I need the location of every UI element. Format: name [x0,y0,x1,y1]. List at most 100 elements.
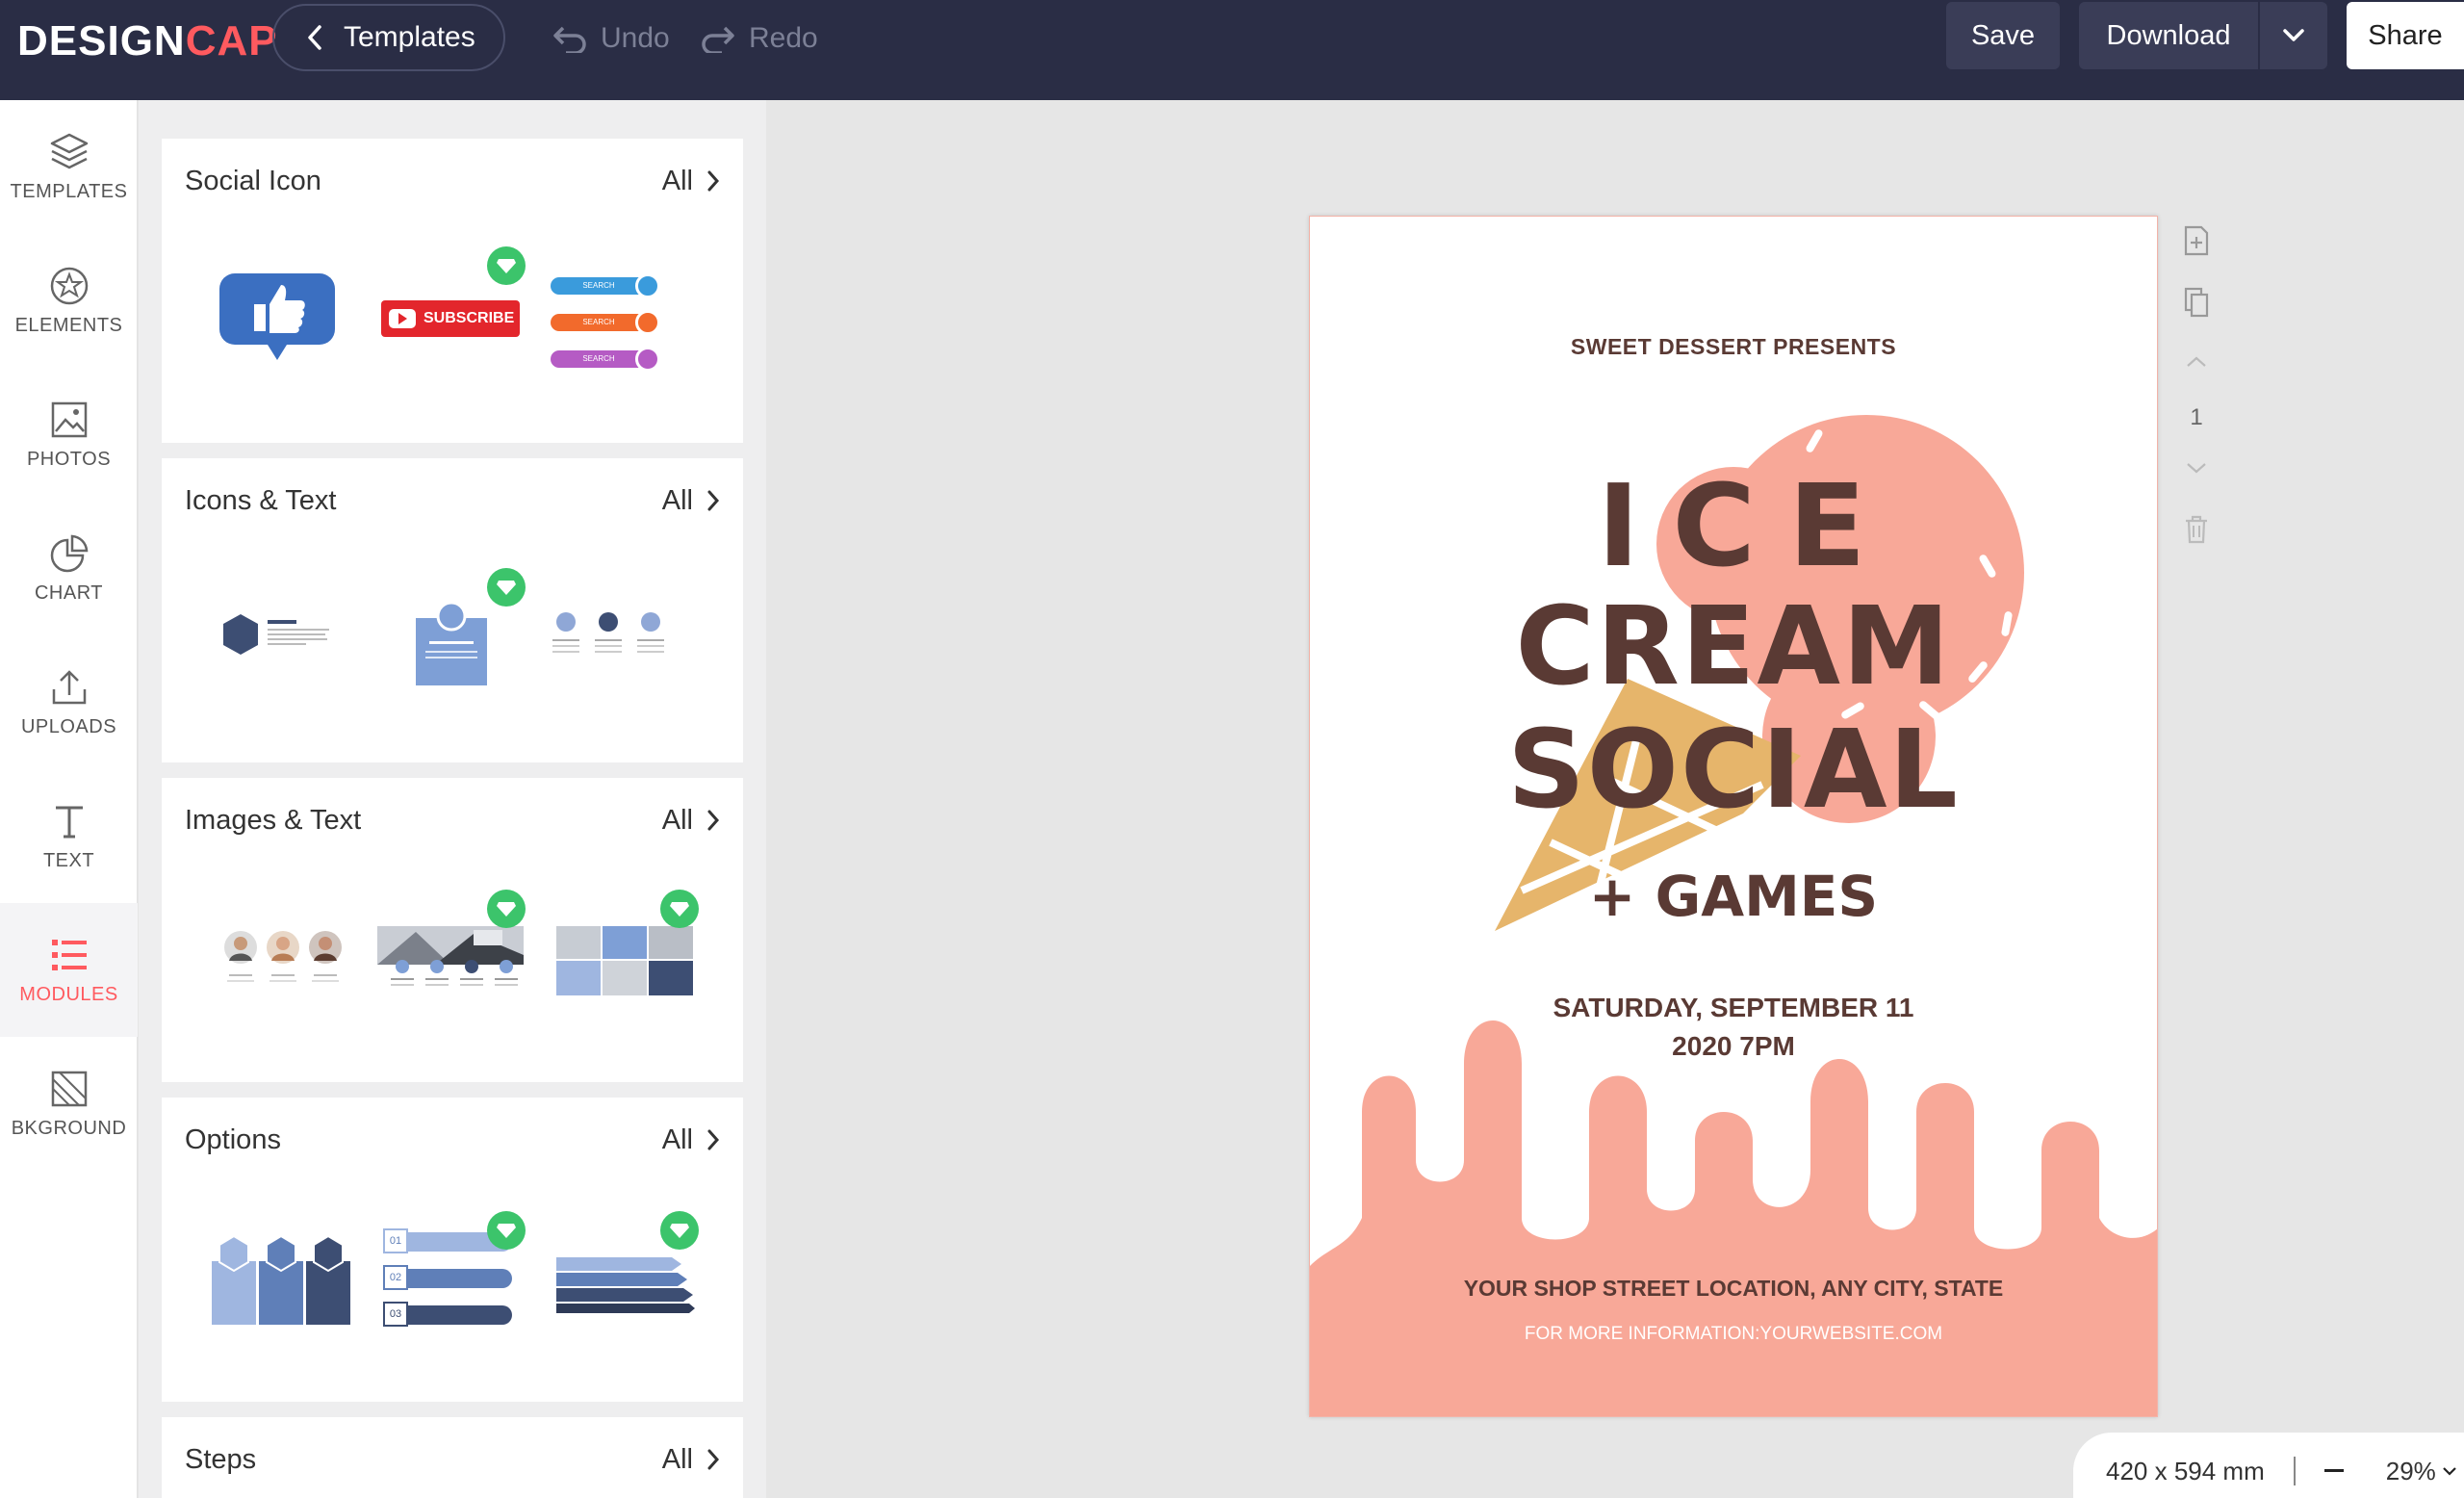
cart-icon [635,310,660,335]
see-all-link[interactable]: All [662,1124,720,1156]
info-icon [635,347,660,372]
chevron-right-icon [707,1449,720,1470]
see-all-link[interactable]: All [662,805,720,837]
thumb-like-button[interactable] [219,273,335,371]
logo-accent: CAP [185,17,278,65]
see-all-label: All [661,484,693,516]
design-page[interactable]: SWEET DESSERT PRESENTS ICE CREAM SOCIAL … [1309,216,2158,1417]
templates-back-button[interactable]: Templates [272,4,505,71]
list-icon [51,940,87,970]
card-title: Icons & Text [185,484,337,516]
sidebar-item-photos[interactable]: PHOTOS [0,368,138,502]
module-card-icons-text: Icons & Text All [162,458,743,762]
avatars-icon [224,931,342,982]
step-number: 02 [383,1265,408,1290]
sidebar-item-text[interactable]: TEXT [0,769,138,903]
redo-icon [702,26,734,53]
poster-time[interactable]: 2020 7PM [1310,1031,2157,1062]
add-page-button[interactable] [2177,221,2216,260]
zoom-bar: 420 x 594 mm 29% [2073,1433,2464,1498]
play-icon [389,309,416,328]
text-icon [55,806,83,839]
zoom-level-select[interactable]: 29% [2386,1457,2457,1486]
page-down-button[interactable] [2177,449,2216,487]
premium-badge [487,1211,526,1250]
card-icon [416,601,487,685]
thumb-photo-grid[interactable] [556,926,693,1000]
thumb-laptop-photos[interactable] [377,926,524,1000]
thumb-arrow-list[interactable] [556,1257,695,1320]
sidebar-item-chart[interactable]: CHART [0,502,138,635]
thumb-search-buttons[interactable]: SEARCH SEARCH SEARCH [551,273,662,372]
page-up-button[interactable] [2177,343,2216,381]
hexagon-icon [223,614,329,655]
sidebar-item-uploads[interactable]: UPLOADS [0,635,138,769]
premium-badge [487,246,526,285]
page-dimensions: 420 x 594 mm [2106,1456,2265,1485]
thumb-hex-columns[interactable] [212,1232,350,1330]
duplicate-page-button[interactable] [2177,283,2216,322]
subscribe-text: SUBSCRIBE [424,310,515,326]
sidebar-item-elements[interactable]: ELEMENTS [0,234,138,368]
module-card-social-icon: Social Icon All SUBSCRIBE SEARCH SEARCH [162,139,743,443]
module-card-images-text: Images & Text All [162,778,743,1082]
download-options-button[interactable] [2260,2,2327,69]
chevron-right-icon [707,170,720,192]
image-icon [51,401,87,438]
module-card-steps: Steps All [162,1417,743,1498]
sidebar-item-modules[interactable]: MODULES [0,903,138,1037]
redo-button[interactable]: Redo [701,17,818,60]
page-number: 1 [2190,404,2203,430]
add-page-icon [2184,225,2209,256]
see-all-label: All [661,165,693,196]
chevron-right-icon [707,490,720,511]
diamond-icon [497,581,516,595]
poster-title-ice[interactable]: ICE [1310,459,2157,592]
thumb-hexagon-text[interactable] [221,612,337,665]
thumb-blue-card[interactable] [416,601,487,690]
poster-title-cream[interactable]: CREAM [1310,584,2157,710]
see-all-link[interactable]: All [662,166,720,197]
poster-presents[interactable]: SWEET DESSERT PRESENTS [1310,334,2157,360]
chevron-down-icon [2187,463,2206,474]
chevron-left-icon [308,25,321,50]
sidebar-item-label: MODULES [19,984,118,1005]
poster-games[interactable]: + GAMES [1310,864,2157,929]
poster-title-social[interactable]: SOCIAL [1310,708,2157,833]
poster-website[interactable]: FOR MORE INFORMATION:YOURWEBSITE.COM [1310,1324,2157,1345]
premium-badge [487,890,526,928]
see-all-label: All [661,1443,693,1475]
card-title: Images & Text [185,804,362,836]
see-all-link[interactable]: All [662,1444,720,1476]
thumb-three-icons[interactable] [547,612,672,675]
chevron-up-icon [2187,356,2206,367]
thumb-subscribe[interactable]: SUBSCRIBE [381,300,520,337]
module-card-options: Options All 01 02 03 [162,1098,743,1402]
thumb-portraits[interactable] [221,930,346,996]
chevron-down-icon [2283,29,2304,41]
see-all-label: All [661,1124,693,1155]
see-all-label: All [661,804,693,836]
upload-icon [52,670,86,705]
sidebar-item-label: BKGROUND [11,1118,127,1139]
arrows-icon [556,1257,695,1313]
undo-button[interactable]: Undo [552,17,670,60]
download-button[interactable]: Download [2079,2,2258,69]
sidebar-item-label: CHART [34,582,104,604]
designcap-logo[interactable]: DESIGNCAP [17,17,278,65]
poster-date[interactable]: SATURDAY, SEPTEMBER 11 [1310,993,2157,1023]
chevron-right-icon [707,1129,720,1150]
see-all-link[interactable]: All [662,485,720,517]
delete-page-button[interactable] [2177,510,2216,549]
sidebar-item-background[interactable]: BKGROUND [0,1037,138,1171]
left-sidebar: TEMPLATES ELEMENTS PHOTOS CHART UPLOADS … [0,100,138,1498]
background-icon [51,1071,87,1107]
share-button[interactable]: Share [2347,2,2464,69]
divider [2293,1457,2296,1485]
redo-label: Redo [749,22,818,54]
zoom-out-button[interactable] [2323,1469,2344,1473]
poster-address[interactable]: YOUR SHOP STREET LOCATION, ANY CITY, STA… [1310,1276,2157,1302]
sidebar-item-label: UPLOADS [20,716,117,737]
save-button[interactable]: Save [1946,2,2060,69]
sidebar-item-templates[interactable]: TEMPLATES [0,100,138,234]
